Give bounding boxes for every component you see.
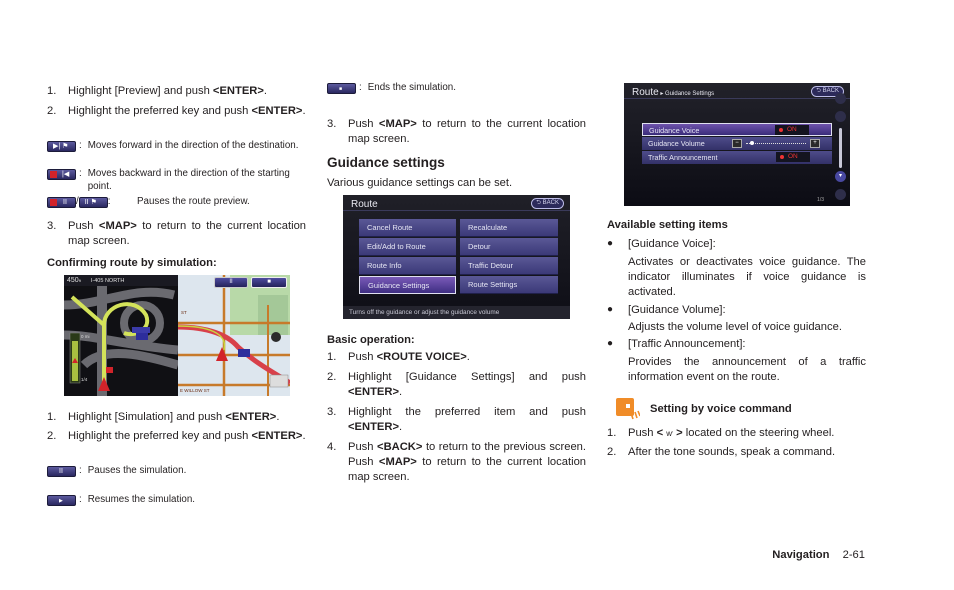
guidance-voice-indicator: ON [775,125,809,135]
resume-simulation-key-icon: ▶ [47,495,76,506]
road-name: I-405 NORTH [90,278,125,284]
menu-item-cancel-route[interactable]: Cancel Route [359,219,456,237]
volume-slider-track[interactable] [746,143,806,144]
section-name: Navigation [772,549,830,561]
item-traffic-announcement-desc: Provides the announcement of a traffic i… [628,356,866,384]
pause-preview-back-icon: II [47,197,76,208]
item-guidance-volume: ● [Guidance Volume]: [607,304,726,316]
back-button[interactable]: ⮌ BACK [531,198,564,209]
simulation-step-3: 3. Push <MAP> to return to the current l… [327,118,587,146]
forward-key-icon: ▶| ⚑ [47,141,76,152]
traffic-announcement-indicator: ON [776,152,810,162]
preview-key-backward: |◀ : Moves backward in the direction of … [47,168,306,193]
pause-simulation-key-icon: II [47,466,76,477]
simulation-key-end: ■ : Ends the simulation. [327,82,586,95]
basic-step-4: 4. Push <BACK> to return to the previous… [327,441,587,484]
preview-step-2: 2. Highlight the preferred key and push … [47,105,306,117]
guidance-settings-intro: Various guidance settings can be set. [327,177,513,189]
scroll-top-button[interactable] [835,93,846,104]
setting-row-guidance-volume[interactable]: Guidance Volume − + [642,137,832,150]
menu-item-detour[interactable]: Detour [460,238,558,256]
simulation-step-1: 1. Highlight [Simulation] and push <ENTE… [47,411,280,423]
settings-breadcrumb: Guidance Settings [665,91,715,97]
preview-key-forward: ▶| ⚑ : Moves forward in the direction of… [47,140,306,153]
page-number: 2-61 [842,549,865,561]
pause-simulation-button[interactable]: II [214,277,248,288]
simulation-screenshot: 450ft I-405 NORTH 0 mi 1/4 ST E WILLOW S… [64,275,290,396]
available-items-heading: Available setting items [607,219,728,231]
scrollbar[interactable] [839,128,842,168]
menu-item-traffic-detour[interactable]: Traffic Detour [460,257,558,275]
guidance-settings-heading: Guidance settings [327,155,445,170]
page-footer: Navigation 2-61 [772,548,865,563]
basic-operation-heading: Basic operation: [327,334,415,346]
voice-step-1: 1. Push < ⱳ > located on the steering wh… [607,427,835,439]
simulation-key-pause: II : Pauses the simulation. [47,465,306,478]
scroll-up-button[interactable] [835,111,846,122]
voice-command-icon [616,398,641,420]
stop-simulation-button[interactable]: ■ [251,277,287,288]
map-view: ST E WILLOW ST II ■ [177,275,290,396]
junction-view: 450ft I-405 NORTH 0 mi 1/4 [64,275,180,396]
item-traffic-announcement: ● [Traffic Announcement]: [607,338,746,350]
voice-command-heading: Setting by voice command [650,403,792,415]
stop-simulation-key-icon: ■ [327,83,356,94]
scroll-down-button[interactable]: ▾ [835,171,846,182]
menu-item-recalculate[interactable]: Recalculate [460,219,558,237]
backward-key-icon: |◀ [47,169,76,180]
simulation-key-resume: ▶ : Resumes the simulation. [47,494,306,507]
map-drawing [177,275,290,396]
basic-step-3: 3. Highlight the preferred item and push… [327,406,586,434]
distance-value: 450 [67,277,79,284]
volume-increase-button[interactable]: + [810,139,820,148]
simulation-step-2: 2. Highlight the preferred key and push … [47,430,306,442]
item-guidance-voice-desc: Activates or deactivates voice guidance.… [628,256,866,299]
preview-step-3: 3. Push <MAP> to return to the current l… [47,220,307,248]
preview-key-pause: II / II ⚑: Pauses the route preview. [47,196,306,209]
menu-item-guidance-settings[interactable]: Guidance Settings [359,276,456,294]
route-menu-hint: Turns off the guidance or adjust the gui… [343,306,570,319]
volume-slider-knob[interactable] [750,141,754,145]
scroll-bottom-button[interactable] [835,189,846,200]
menu-item-edit-add-route[interactable]: Edit/Add to Route [359,238,456,256]
voice-step-2: 2. After the tone sounds, speak a comman… [607,446,836,458]
distance-bar: 450ft I-405 NORTH [64,275,178,286]
setting-row-guidance-voice[interactable]: Guidance Voice ON [642,123,832,136]
menu-item-route-settings[interactable]: Route Settings [460,276,558,294]
simulation-heading: Confirming route by simulation: [47,257,217,269]
menu-item-route-info[interactable]: Route Info [359,257,456,275]
setting-row-traffic-announcement[interactable]: Traffic Announcement ON [642,151,832,164]
guidance-settings-screenshot: Route ▸ Guidance Settings ⮌ BACK Guidanc… [624,83,850,206]
basic-step-1: 1. Push <ROUTE VOICE>. [327,351,470,363]
volume-decrease-button[interactable]: − [732,139,742,148]
pause-preview-forward-icon: II ⚑ [78,197,108,208]
item-guidance-volume-desc: Adjusts the volume level of voice guidan… [628,321,842,333]
basic-step-2: 2. Highlight [Guidance Settings] and pus… [327,371,586,399]
route-menu-screenshot: Route ⮌ BACK Cancel Route Edit/Add to Ro… [343,195,570,319]
page-indicator: 1/3 [817,197,824,204]
talk-switch-icon: ⱳ [666,429,673,438]
preview-step-1: 1. Highlight [Preview] and push <ENTER>. [47,85,267,97]
item-guidance-voice: ● [Guidance Voice]: [607,238,716,250]
